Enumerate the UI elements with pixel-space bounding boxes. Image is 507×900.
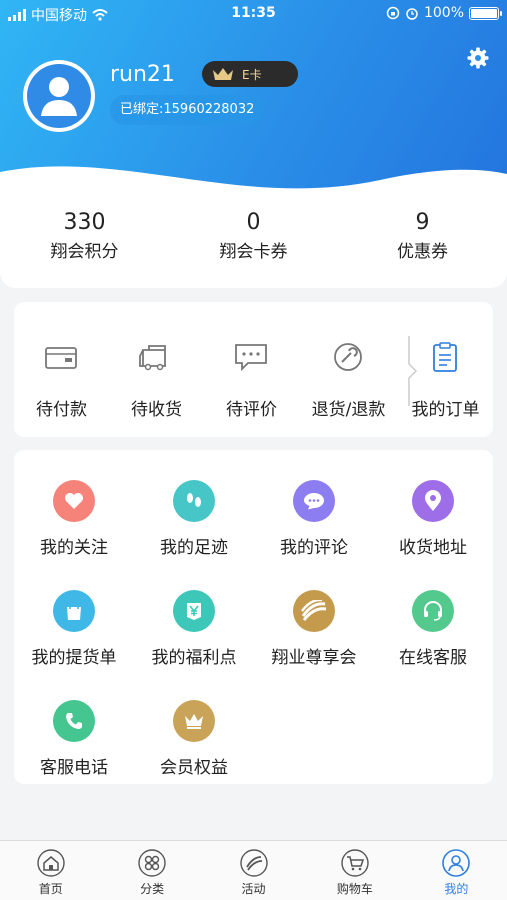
tab-label: 我的 (444, 882, 469, 896)
tab-activity[interactable]: 活动 (203, 841, 304, 900)
bag-icon (53, 590, 95, 632)
headset-icon (412, 590, 454, 632)
ecard-badge[interactable]: E卡 (202, 61, 298, 87)
order-label: 待评价 (226, 400, 277, 420)
service-label: 翔业尊享会 (271, 648, 357, 668)
service-vip-club[interactable]: 翔业尊享会 (254, 590, 374, 690)
tab-label: 首页 (38, 882, 63, 896)
tab-label: 购物车 (336, 882, 373, 896)
stat-label: 优惠券 (397, 242, 448, 262)
service-label: 我的福利点 (151, 648, 237, 668)
order-pending-delivery[interactable]: 待收货 (109, 302, 204, 437)
tab-home[interactable]: 首页 (0, 841, 101, 900)
truck-icon (139, 345, 166, 371)
default-avatar-icon (27, 64, 91, 128)
order-all[interactable]: 我的订单 (398, 302, 493, 437)
crown-icon (173, 700, 215, 742)
stat-points[interactable]: 330 翔会积分 (0, 200, 169, 288)
service-online-support[interactable]: 在线客服 (373, 590, 493, 690)
orders-card: 待付款 待收货 待评价 退货/退款 我的订单 (14, 302, 493, 437)
service-label: 我的评论 (280, 538, 348, 558)
cart-icon (341, 849, 369, 877)
tab-label: 活动 (241, 882, 266, 896)
refund-icon (334, 343, 362, 371)
chat-icon (293, 480, 335, 522)
services-grid: 我的关注 我的足迹 我的评论 收货地址 我的提货单 我的福利点 翔业尊享会 在线… (14, 450, 493, 784)
order-refund[interactable]: 退货/退款 (301, 302, 396, 437)
service-footprints[interactable]: 我的足迹 (134, 480, 254, 580)
home-icon (37, 849, 65, 877)
stat-label: 翔会积分 (50, 242, 119, 262)
service-addresses[interactable]: 收货地址 (373, 480, 493, 580)
service-label: 收货地址 (399, 538, 467, 558)
yen-icon (173, 590, 215, 632)
battery-icon (469, 6, 502, 20)
stat-value: 9 (415, 210, 430, 235)
location-icon (412, 480, 454, 522)
wallet-icon (45, 347, 77, 369)
service-label: 会员权益 (160, 758, 228, 778)
service-label: 在线客服 (399, 648, 467, 668)
crown-badge-icon (213, 68, 233, 80)
service-hotline[interactable]: 客服电话 (14, 700, 134, 800)
tab-category[interactable]: 分类 (101, 841, 202, 900)
service-welfare-points[interactable]: 我的福利点 (134, 590, 254, 690)
tab-cart[interactable]: 购物车 (304, 841, 405, 900)
profile-icon (442, 849, 471, 877)
bound-phone: 已绑定:15960228032 (110, 95, 265, 125)
tab-label: 分类 (140, 882, 165, 896)
comment-icon (235, 344, 267, 372)
order-label: 待付款 (36, 400, 87, 420)
stat-coupons[interactable]: 9 优惠券 (338, 200, 507, 288)
service-member-benefits[interactable]: 会员权益 (134, 700, 254, 800)
service-label: 我的关注 (40, 538, 108, 558)
stat-value: 0 (246, 210, 261, 235)
order-label: 待收货 (131, 400, 182, 420)
username: run21 (110, 62, 175, 87)
bottom-tab-bar: 首页 分类 活动 购物车 我的 (0, 840, 507, 900)
stat-cards[interactable]: 0 翔会卡券 (169, 200, 338, 288)
brand-logo-icon (293, 590, 335, 632)
tab-mine[interactable]: 我的 (406, 841, 507, 900)
stat-label: 翔会卡券 (219, 242, 288, 262)
settings-gear-icon[interactable] (466, 46, 490, 70)
service-pickup-orders[interactable]: 我的提货单 (14, 590, 134, 690)
order-pending-payment[interactable]: 待付款 (14, 302, 109, 437)
service-comments[interactable]: 我的评论 (254, 480, 374, 580)
alarm-icon (406, 8, 418, 20)
phone-icon (53, 700, 95, 742)
battery-percent: 100% (423, 5, 464, 21)
rotation-lock-icon (386, 6, 400, 20)
service-label: 我的提货单 (31, 648, 117, 668)
footprint-icon (173, 480, 215, 522)
order-label: 退货/退款 (311, 400, 386, 420)
order-list-icon (433, 342, 457, 372)
service-label: 我的足迹 (160, 538, 228, 558)
activity-icon (239, 849, 268, 877)
order-label: 我的订单 (411, 400, 480, 420)
service-follows[interactable]: 我的关注 (14, 480, 134, 580)
stats-panel: 330 翔会积分 0 翔会卡券 9 优惠券 (0, 200, 507, 288)
service-label: 客服电话 (40, 758, 108, 778)
status-bar: 中国移动 11:35 100% (0, 0, 507, 28)
heart-icon (53, 480, 95, 522)
stat-value: 330 (63, 210, 106, 235)
ecard-label: E卡 (242, 67, 262, 82)
avatar[interactable] (23, 60, 95, 132)
order-pending-review[interactable]: 待评价 (204, 302, 299, 437)
category-icon (138, 849, 166, 877)
